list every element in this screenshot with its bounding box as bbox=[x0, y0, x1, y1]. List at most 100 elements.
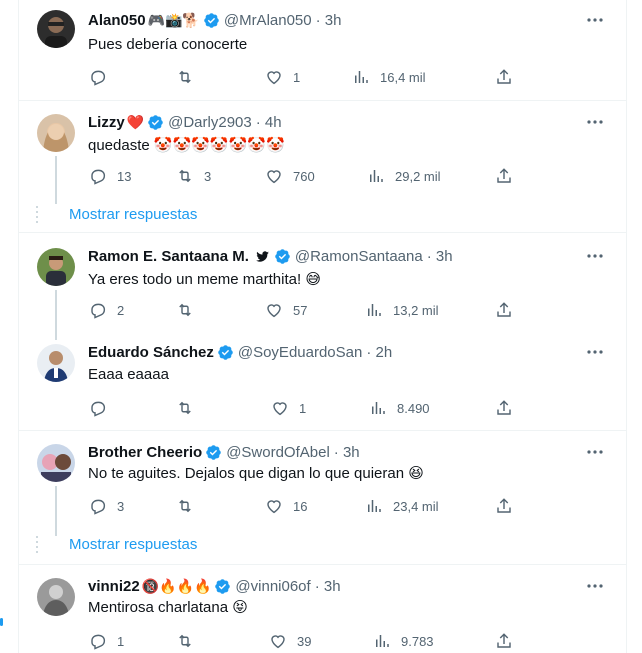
reply-button[interactable]: 3 bbox=[89, 496, 124, 516]
handle[interactable]: @SwordOfAbel bbox=[226, 444, 330, 461]
retweet-button[interactable]: 3 bbox=[176, 166, 211, 186]
avatar[interactable] bbox=[37, 344, 75, 382]
reply-icon bbox=[91, 401, 106, 417]
share-button[interactable] bbox=[495, 631, 513, 651]
heart-icon bbox=[267, 170, 281, 184]
tweet-alan050[interactable]: Alan050 🎮📸🐕 @MrAlan050 · 3h Pues debería… bbox=[19, 10, 626, 96]
tweet-text: Eaaa eaaaa bbox=[88, 366, 169, 383]
like-button[interactable]: 16 bbox=[265, 496, 307, 516]
retweet-button[interactable] bbox=[176, 398, 204, 418]
views-icon bbox=[355, 71, 368, 83]
like-button[interactable]: 1 bbox=[271, 398, 306, 418]
display-name[interactable]: Ramon E. Santaana M. bbox=[88, 248, 249, 265]
reply-button[interactable]: 2 bbox=[89, 300, 124, 320]
share-icon bbox=[497, 302, 511, 317]
more-options-icon[interactable] bbox=[585, 578, 605, 594]
retweet-icon bbox=[179, 169, 191, 183]
reply-icon bbox=[91, 70, 106, 86]
display-name[interactable]: Brother Cheerio bbox=[88, 444, 202, 461]
tweet-text: quedaste 🤡🤡🤡🤡🤡🤡🤡 bbox=[88, 137, 285, 154]
more-options-icon[interactable] bbox=[585, 12, 605, 28]
tweet-text: Ya eres todo un meme marthita! 😅 bbox=[88, 271, 321, 288]
timestamp[interactable]: · 2h bbox=[366, 344, 392, 361]
share-button[interactable] bbox=[495, 496, 513, 516]
handle[interactable]: @RamonSantaana bbox=[295, 248, 423, 265]
timestamp[interactable]: · 3h bbox=[315, 578, 341, 595]
reply-button[interactable] bbox=[89, 398, 117, 418]
avatar[interactable] bbox=[37, 10, 75, 48]
avatar[interactable] bbox=[37, 248, 75, 286]
display-name[interactable]: Alan050 bbox=[88, 12, 146, 29]
reply-button[interactable]: 13 bbox=[89, 166, 131, 186]
timeline-right-border bbox=[626, 0, 627, 653]
thread-line bbox=[55, 486, 57, 536]
display-name[interactable]: vinni22 bbox=[88, 578, 140, 595]
share-icon bbox=[497, 633, 511, 648]
like-button[interactable]: 1 bbox=[265, 67, 300, 87]
share-button[interactable] bbox=[495, 398, 513, 418]
views-icon bbox=[372, 402, 385, 414]
retweet-icon bbox=[179, 303, 191, 317]
show-replies-link[interactable]: Mostrar respuestas bbox=[69, 536, 197, 553]
tweet-eduardo[interactable]: Eduardo Sánchez @SoyEduardoSan · 2h Eaaa… bbox=[19, 342, 626, 422]
share-button[interactable] bbox=[495, 67, 513, 87]
views-button[interactable]: 16,4 mil bbox=[352, 67, 426, 87]
tweet-separator bbox=[19, 430, 626, 431]
tweet-actions: 1 39 9.783 bbox=[79, 631, 519, 651]
share-icon bbox=[497, 168, 511, 183]
thread-line bbox=[55, 290, 57, 340]
timestamp[interactable]: · 3h bbox=[427, 248, 453, 265]
views-button[interactable]: 29,2 mil bbox=[367, 166, 441, 186]
share-icon bbox=[497, 498, 511, 513]
views-button[interactable]: 8.490 bbox=[369, 398, 430, 418]
like-button[interactable]: 57 bbox=[265, 300, 307, 320]
timestamp[interactable]: · 4h bbox=[256, 114, 282, 131]
thread-dots bbox=[36, 206, 38, 226]
share-button[interactable] bbox=[495, 166, 513, 186]
views-button[interactable]: 13,2 mil bbox=[365, 300, 439, 320]
verified-badge-icon bbox=[215, 578, 231, 594]
handle[interactable]: @Darly2903 bbox=[168, 114, 252, 131]
display-name[interactable]: Eduardo Sánchez bbox=[88, 344, 214, 361]
show-replies-link[interactable]: Mostrar respuestas bbox=[69, 206, 197, 223]
retweet-button[interactable] bbox=[176, 631, 204, 651]
avatar[interactable] bbox=[37, 114, 75, 152]
avatar[interactable] bbox=[37, 444, 75, 482]
heart-icon bbox=[273, 402, 287, 416]
retweet-button[interactable] bbox=[176, 496, 204, 516]
handle[interactable]: @vinni06of bbox=[235, 578, 310, 595]
views-icon bbox=[376, 635, 389, 647]
views-icon bbox=[370, 170, 383, 182]
share-button[interactable] bbox=[495, 300, 513, 320]
avatar[interactable] bbox=[37, 578, 75, 616]
heart-icon bbox=[267, 500, 281, 514]
timestamp[interactable]: · 3h bbox=[316, 12, 342, 29]
more-options-icon[interactable] bbox=[585, 444, 605, 460]
more-options-icon[interactable] bbox=[585, 114, 605, 130]
views-button[interactable]: 9.783 bbox=[373, 631, 434, 651]
tweet-vinni22[interactable]: vinni22 🔞🔥🔥🔥 @vinni06of · 3h Mentirosa c… bbox=[19, 576, 626, 653]
more-options-icon[interactable] bbox=[585, 344, 605, 360]
tweet-header: Brother Cheerio @SwordOfAbel · 3h bbox=[88, 442, 360, 462]
tweet-actions: 1 16,4 mil bbox=[79, 67, 519, 87]
thread-dots bbox=[36, 536, 38, 556]
tweet-brother-cheerio[interactable]: Brother Cheerio @SwordOfAbel · 3h No te … bbox=[19, 442, 626, 536]
reply-button[interactable]: 1 bbox=[89, 631, 124, 651]
like-button[interactable]: 39 bbox=[269, 631, 311, 651]
tweet-separator bbox=[19, 100, 626, 101]
more-options-icon[interactable] bbox=[585, 248, 605, 264]
tweet-lizzy[interactable]: Lizzy ❤️ @Darly2903 · 4h quedaste 🤡🤡🤡🤡🤡🤡… bbox=[19, 112, 626, 204]
handle[interactable]: @SoyEduardoSan bbox=[238, 344, 362, 361]
display-name[interactable]: Lizzy bbox=[88, 114, 125, 131]
retweet-button[interactable] bbox=[176, 300, 204, 320]
tweet-ramon[interactable]: Ramon E. Santaana M. @RamonSantaana · 3h… bbox=[19, 246, 626, 340]
views-button[interactable]: 23,4 mil bbox=[365, 496, 439, 516]
tweet-header: Eduardo Sánchez @SoyEduardoSan · 2h bbox=[88, 342, 392, 362]
retweet-button[interactable] bbox=[176, 67, 204, 87]
handle[interactable]: @MrAlan050 bbox=[224, 12, 312, 29]
tweet-header: Ramon E. Santaana M. @RamonSantaana · 3h bbox=[88, 246, 453, 266]
timestamp[interactable]: · 3h bbox=[334, 444, 360, 461]
reply-button[interactable] bbox=[89, 67, 117, 87]
retweet-icon bbox=[179, 70, 191, 84]
like-button[interactable]: 760 bbox=[265, 166, 315, 186]
